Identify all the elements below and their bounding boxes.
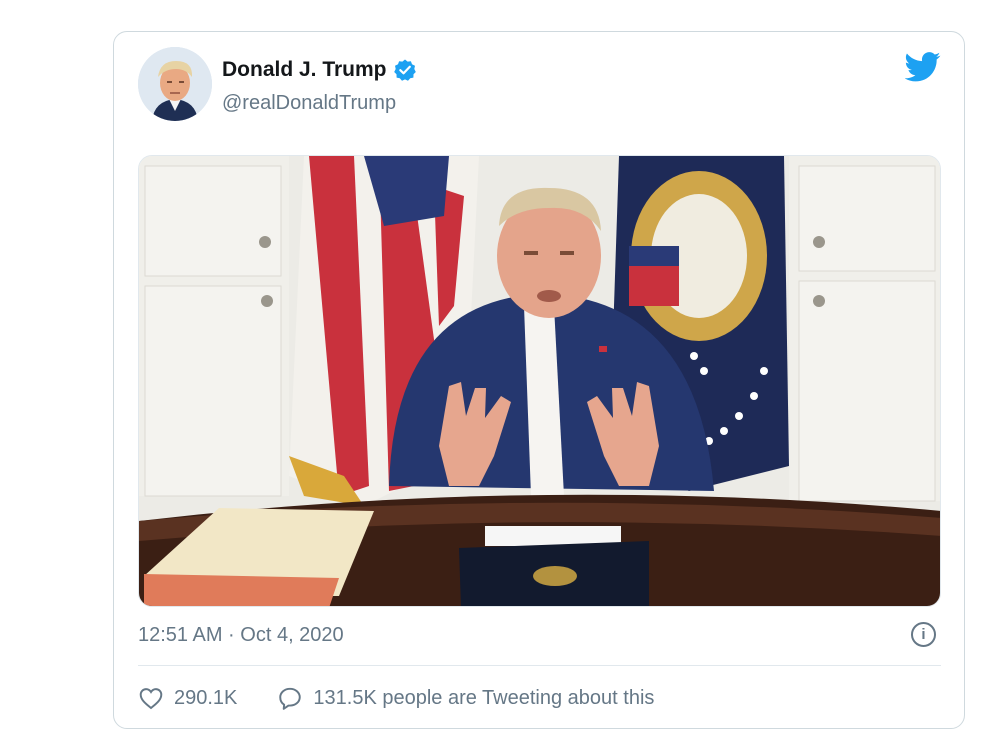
divider bbox=[138, 665, 941, 666]
reply-button[interactable]: 131.5K people are Tweeting about this bbox=[277, 685, 654, 711]
avatar[interactable] bbox=[138, 47, 212, 121]
tweet-video[interactable] bbox=[138, 155, 941, 607]
verified-badge-icon bbox=[393, 59, 416, 81]
like-count: 290.1K bbox=[174, 686, 238, 709]
twitter-bird-icon[interactable] bbox=[905, 52, 941, 82]
tweet-actions: 290.1K 131.5K people are Tweeting about … bbox=[138, 685, 654, 711]
info-icon[interactable]: i bbox=[911, 622, 936, 647]
heart-icon bbox=[139, 688, 163, 710]
tweet-timestamp[interactable]: 12:51 AM · Oct 4, 2020 bbox=[138, 624, 344, 647]
tweeting-about-text: 131.5K people are Tweeting about this bbox=[313, 686, 655, 709]
author-handle[interactable]: @realDonaldTrump bbox=[222, 92, 396, 115]
author-name[interactable]: Donald J. Trump bbox=[222, 58, 387, 82]
tweet-card[interactable]: Donald J. Trump @realDonaldTrump 12:51 A… bbox=[113, 31, 965, 729]
like-button[interactable]: 290.1K bbox=[138, 685, 237, 711]
video-frame bbox=[139, 156, 940, 606]
speech-bubble-icon bbox=[279, 687, 302, 710]
avatar-image bbox=[138, 47, 212, 121]
